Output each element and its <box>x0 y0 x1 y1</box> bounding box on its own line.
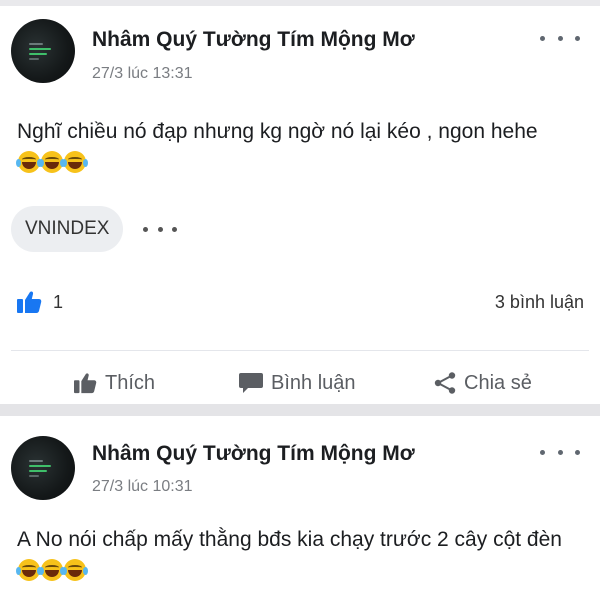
avatar[interactable] <box>11 436 75 500</box>
laughing-tears-emoji-icon <box>16 151 42 173</box>
dot-icon <box>143 226 148 232</box>
comment-count[interactable]: 3 bình luận <box>495 292 584 313</box>
share-icon <box>434 372 456 394</box>
laughing-tears-emoji-icon <box>62 559 88 581</box>
post-content: Nghĩ chiều nó đạp nhưng kg ngờ nó lại ké… <box>16 116 587 180</box>
like-count: 1 <box>53 291 64 312</box>
thumbs-up-icon <box>74 373 97 394</box>
like-button[interactable]: Thích <box>72 368 155 398</box>
dot-icon <box>157 226 163 232</box>
hashtag-chip[interactable]: VNINDEX <box>11 206 124 252</box>
emoji-group <box>16 151 88 173</box>
comment-label: Bình luận <box>271 371 356 394</box>
comment-bubble-icon <box>239 373 263 393</box>
emoji-group <box>16 559 88 581</box>
post-content: A No nói chấp mấy thằng bđs kia chạy trư… <box>16 524 587 588</box>
dot-icon <box>575 449 580 455</box>
dot-icon <box>557 449 563 455</box>
post-timestamp[interactable]: 27/3 lúc 10:31 <box>92 478 193 496</box>
dot-icon <box>575 35 580 41</box>
dot-icon <box>172 226 177 232</box>
laughing-tears-emoji-icon <box>39 559 65 581</box>
author-name[interactable]: Nhâm Quý Tường Tím Mộng Mơ <box>92 442 415 466</box>
share-label: Chia sẻ <box>464 371 532 394</box>
dot-icon <box>540 449 545 455</box>
tag-more-button[interactable] <box>143 225 177 233</box>
laughing-tears-emoji-icon <box>62 151 88 173</box>
divider <box>11 350 589 351</box>
share-button[interactable]: Chia sẻ <box>433 368 532 398</box>
thumbs-up-icon <box>17 291 42 313</box>
more-options-button[interactable] <box>540 442 580 462</box>
comment-button[interactable]: Bình luận <box>238 368 356 398</box>
avatar[interactable] <box>11 19 75 83</box>
dot-icon <box>557 35 563 41</box>
post-text: Nghĩ chiều nó đạp nhưng kg ngờ nó lại ké… <box>17 120 538 143</box>
author-name[interactable]: Nhâm Quý Tường Tím Mộng Mơ <box>92 28 415 52</box>
more-options-button[interactable] <box>540 28 580 48</box>
like-summary[interactable]: 1 <box>16 290 63 314</box>
laughing-tears-emoji-icon <box>16 559 42 581</box>
laughing-tears-emoji-icon <box>39 151 65 173</box>
post-timestamp[interactable]: 27/3 lúc 13:31 <box>92 65 193 83</box>
post-separator <box>0 404 600 416</box>
post-text: A No nói chấp mấy thằng bđs kia chạy trư… <box>17 528 562 551</box>
dot-icon <box>540 35 545 41</box>
post-card: Nhâm Quý Tường Tím Mộng Mơ 27/3 lúc 10:3… <box>0 416 600 600</box>
like-label: Thích <box>105 371 156 394</box>
post-card: Nhâm Quý Tường Tím Mộng Mơ 27/3 lúc 13:3… <box>0 6 600 404</box>
